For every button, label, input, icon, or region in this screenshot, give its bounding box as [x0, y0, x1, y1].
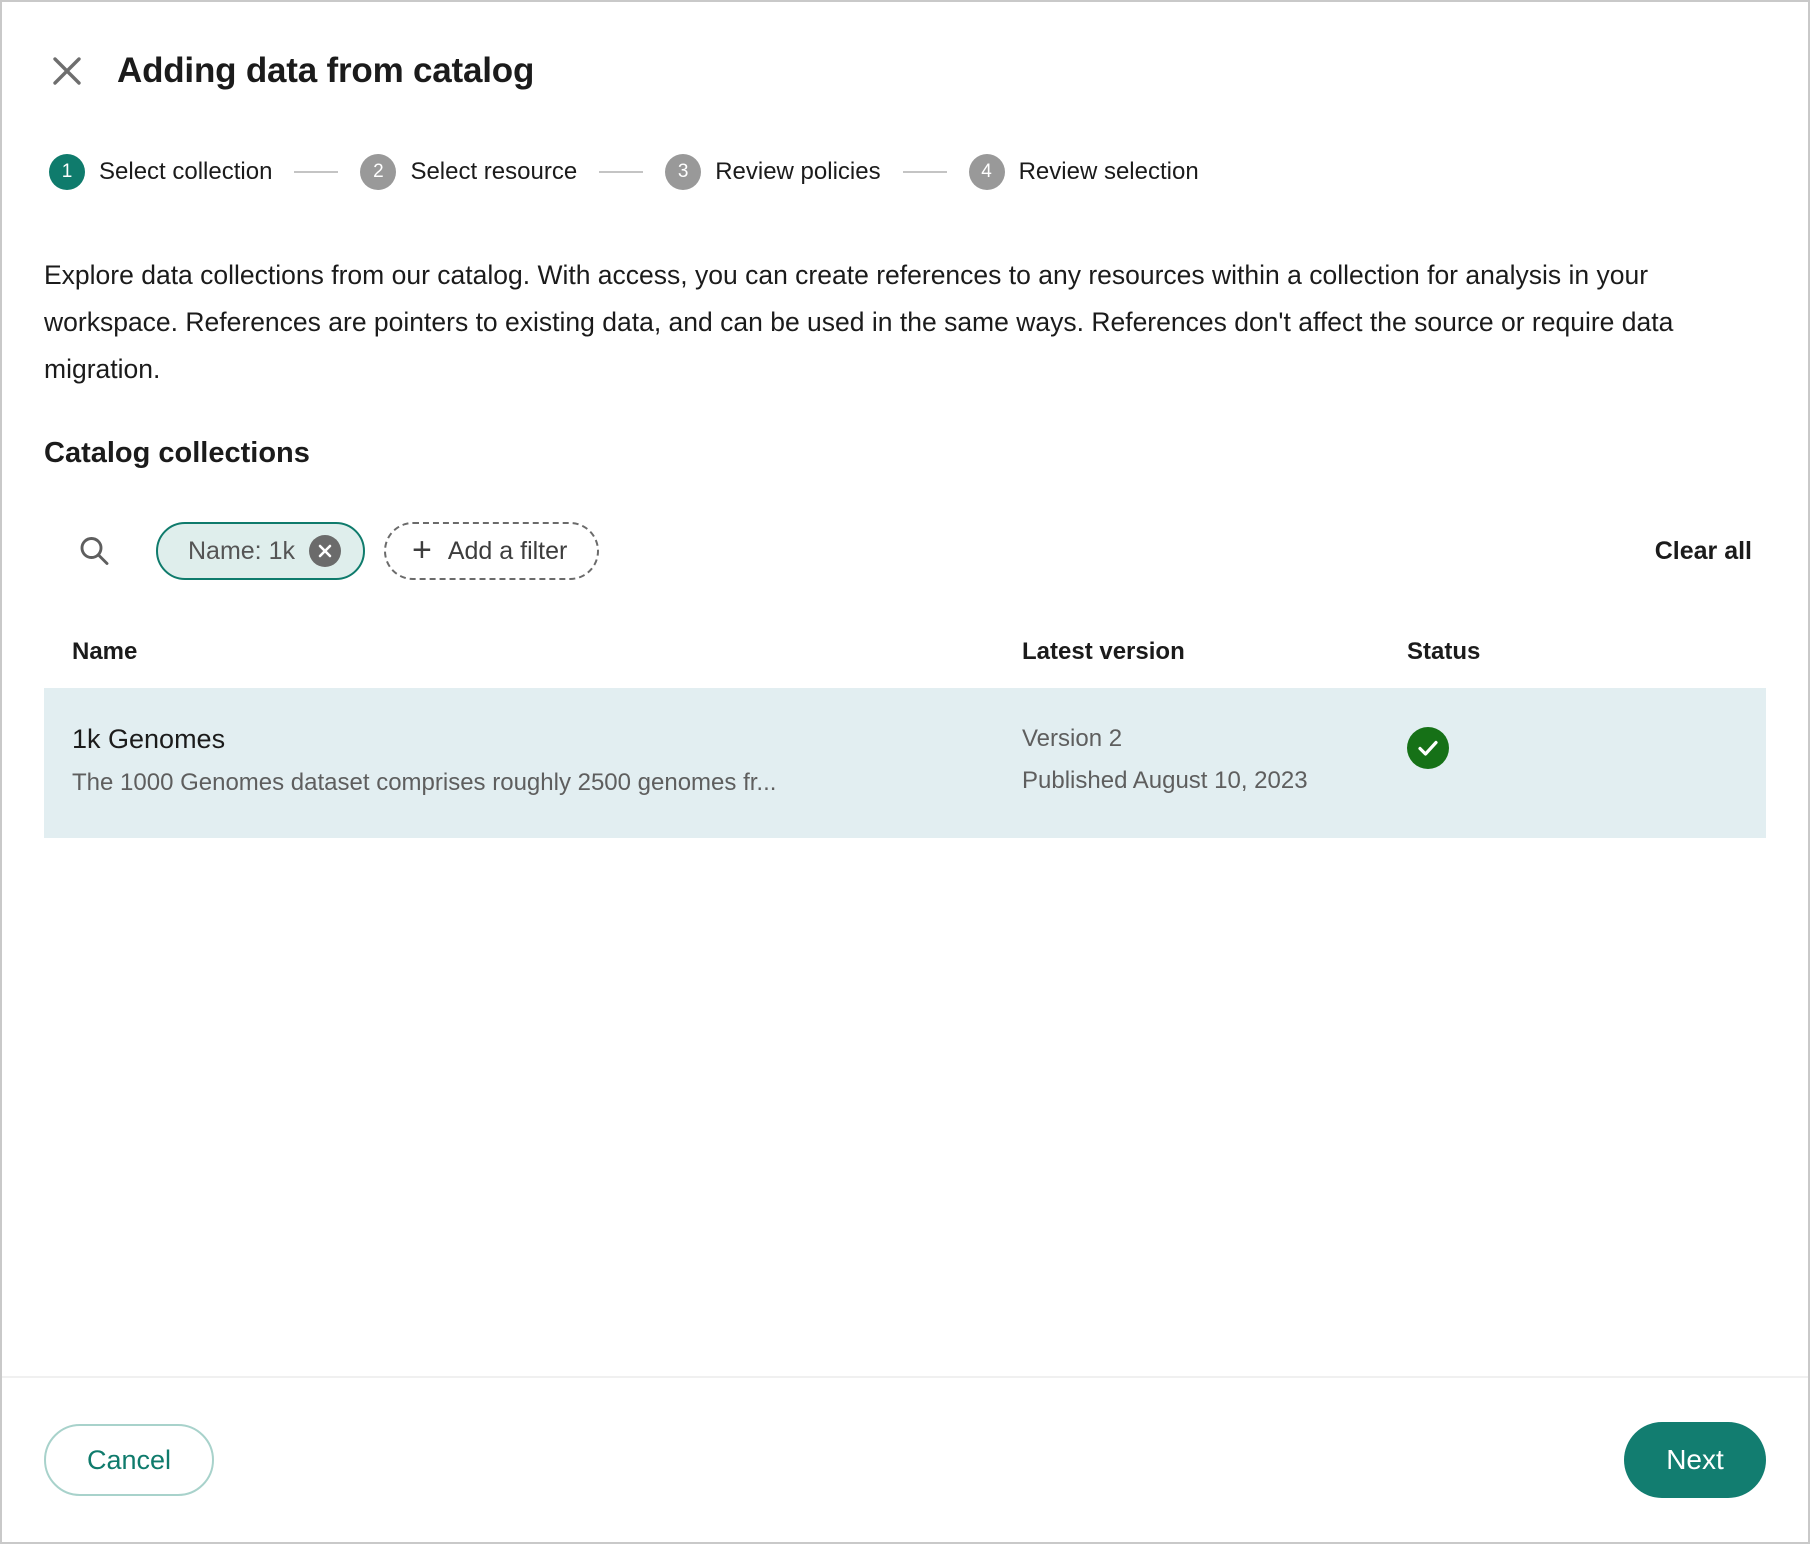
step-1-label: Select collection [99, 158, 273, 185]
close-icon[interactable] [44, 48, 90, 94]
add-filter-button[interactable]: + Add a filter [383, 522, 600, 580]
close-circle-icon[interactable] [308, 535, 341, 567]
intro-paragraph: Explore data collections from our catalo… [44, 260, 1674, 384]
add-data-from-catalog-dialog: Adding data from catalog 1 Select collec… [0, 0, 1810, 1544]
close-circle-icon-glyph [318, 544, 332, 558]
section-title-catalog-collections: Catalog collections [44, 437, 310, 469]
step-connector-1 [294, 171, 339, 173]
collection-name: 1k Genomes [72, 724, 226, 754]
step-1-bullet: 1 [49, 154, 85, 190]
step-4-label: Review selection [1018, 158, 1199, 185]
dialog-header: Adding data from catalog [2, 2, 1808, 106]
step-3-bullet: 3 [665, 154, 702, 190]
stepper: 1 Select collection 2 Select resource 3 … [2, 106, 1808, 190]
step-3-review-policies[interactable]: 3 Review policies [665, 154, 881, 190]
close-icon-glyph [53, 57, 81, 85]
check-circle-icon [1407, 727, 1449, 769]
step-2-select-resource[interactable]: 2 Select resource [360, 154, 577, 190]
next-button[interactable]: Next [1624, 1422, 1766, 1498]
add-filter-label: Add a filter [447, 536, 568, 565]
step-connector-3 [902, 171, 947, 173]
step-2-label: Select resource [410, 158, 578, 185]
column-header-status: Status [1407, 638, 1481, 665]
table-cell-status [1407, 718, 1766, 769]
dialog-footer: Cancel Next [2, 1376, 1808, 1542]
table-cell-name: 1k Genomes The 1000 Genomes dataset comp… [72, 718, 1022, 804]
plus-icon: + [411, 530, 432, 569]
table-row[interactable]: 1k Genomes The 1000 Genomes dataset comp… [44, 688, 1766, 838]
page-title: Adding data from catalog [117, 51, 535, 90]
check-circle-icon-glyph [1418, 740, 1438, 756]
cancel-button[interactable]: Cancel [44, 1424, 214, 1496]
table-cell-latest-version: Version 2 Published August 10, 2023 [1022, 718, 1407, 802]
filter-chip-label: Name: 1k [188, 536, 295, 565]
filter-bar: Name: 1k + Add a filter Clear all [44, 520, 1766, 582]
step-4-review-selection[interactable]: 4 Review selection [968, 154, 1199, 190]
step-4-bullet: 4 [968, 154, 1005, 190]
column-header-latest-version: Latest version [1022, 638, 1185, 665]
column-header-name: Name [72, 638, 138, 665]
step-2-bullet: 2 [360, 154, 397, 190]
dialog-body: Explore data collections from our catalo… [2, 190, 1808, 1376]
search-icon-glyph [80, 537, 109, 565]
collection-version: Version 2 [1022, 725, 1123, 752]
catalog-collections-table: Name Latest version Status 1k Genomes Th… [44, 638, 1766, 838]
search-icon[interactable] [70, 527, 118, 575]
table-header-row: Name Latest version Status [44, 638, 1766, 688]
collection-description: The 1000 Genomes dataset comprises rough… [72, 769, 777, 796]
step-3-label: Review policies [715, 158, 881, 185]
clear-all-button[interactable]: Clear all [1655, 537, 1766, 566]
collection-published-date: Published August 10, 2023 [1022, 767, 1308, 794]
step-connector-2 [599, 171, 644, 173]
filter-chip-name[interactable]: Name: 1k [156, 522, 365, 580]
step-1-select-collection[interactable]: 1 Select collection [49, 154, 272, 190]
